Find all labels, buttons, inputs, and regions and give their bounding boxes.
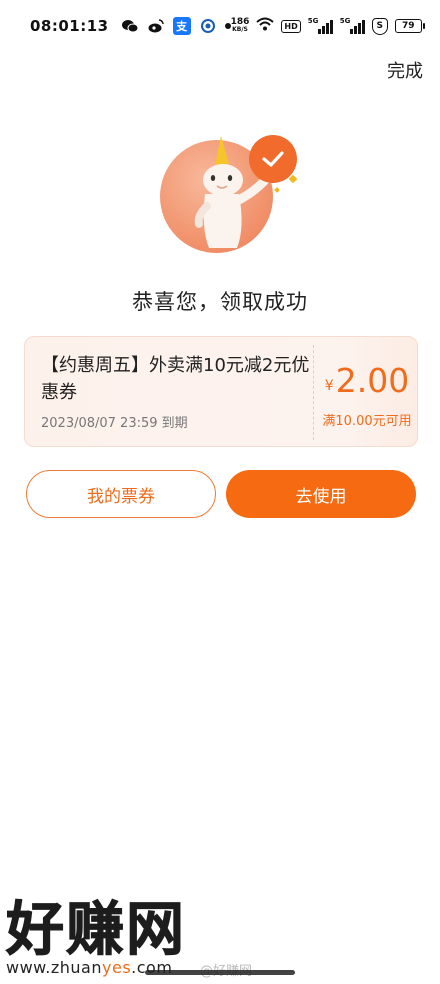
coupon-info: 【约惠周五】外卖满10元减2元优惠券 2023/08/07 23:59 到期	[41, 352, 311, 431]
weibo-icon	[147, 17, 165, 35]
success-title: 恭喜您，领取成功	[132, 290, 308, 314]
sparkle-icon	[274, 187, 280, 193]
network-speed: 186 KB/S	[231, 18, 250, 34]
coupon-amount: 2.00	[335, 361, 410, 400]
done-button[interactable]: 完成	[387, 57, 423, 83]
currency-symbol: ¥	[324, 378, 334, 394]
status-time: 08:01:13	[30, 17, 109, 35]
coupon-value: ¥2.00 满10.00元可用	[315, 337, 417, 446]
alipay-icon: 支	[172, 17, 191, 35]
coupon-card[interactable]: 【约惠周五】外卖满10元减2元优惠券 2023/08/07 23:59 到期 ¥…	[24, 336, 418, 447]
coupon-condition: 满10.00元可用	[322, 414, 412, 429]
watermark-logo: 好赚网	[5, 895, 187, 963]
hd-badge: HD	[281, 19, 301, 33]
coupon-title: 【约惠周五】外卖满10元减2元优惠券	[41, 355, 310, 403]
status-indicators: 186 KB/S HD 5G 5G S 79	[231, 17, 425, 35]
coupon-divider	[313, 345, 314, 440]
network-speed-unit: KB/S	[232, 26, 248, 33]
use-coupon-button[interactable]: 去使用	[226, 470, 416, 518]
watermark: 好赚网 www.zhuanyes.com	[5, 895, 187, 978]
home-indicator[interactable]	[145, 970, 295, 975]
network-speed-value: 186	[230, 17, 250, 27]
coupon-expiry: 2023/08/07 23:59 到期	[41, 416, 188, 431]
notification-icons: 支	[121, 17, 231, 35]
coupon-price: ¥2.00	[315, 361, 417, 406]
battery-icon: 79	[394, 19, 425, 33]
success-illustration	[155, 128, 298, 268]
shield-icon: S	[371, 17, 388, 35]
app-icon	[199, 17, 217, 35]
status-bar: 08:01:13 支 186 KB/S HD 5G 5G S 79	[0, 0, 440, 52]
check-icon	[249, 135, 297, 183]
signal-icon-1: 5G	[308, 17, 333, 34]
sparkle-icon	[288, 174, 298, 184]
signal-icon-2: 5G	[340, 17, 365, 34]
wifi-icon	[256, 17, 275, 35]
my-tickets-button[interactable]: 我的票券	[26, 470, 216, 518]
wechat-icon	[121, 17, 139, 35]
